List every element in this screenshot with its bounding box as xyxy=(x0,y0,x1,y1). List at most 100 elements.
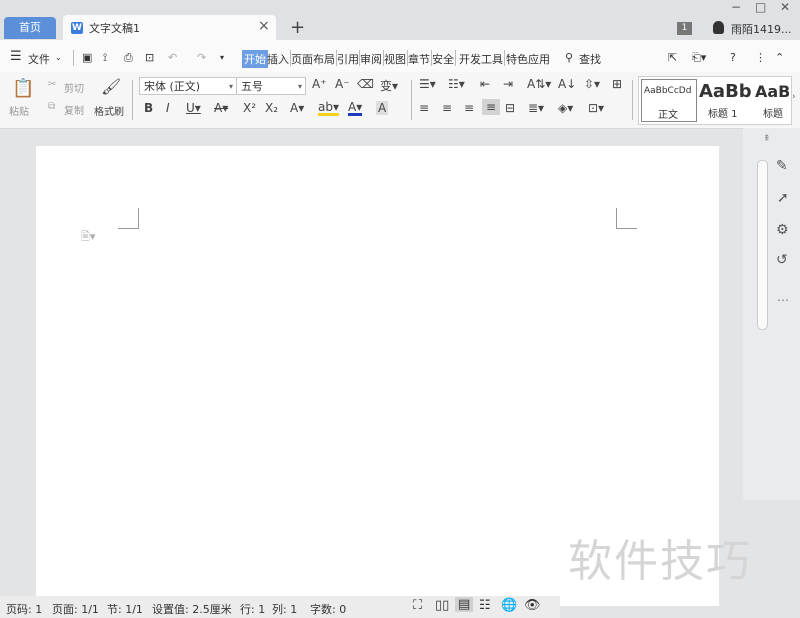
find-button[interactable]: 查找 xyxy=(579,51,601,67)
vertical-scrollbar[interactable] xyxy=(757,160,768,330)
status-col[interactable]: 列: 1 xyxy=(272,601,297,617)
font-size-select[interactable]: 五号 ▾ xyxy=(236,77,306,95)
print-preview-icon[interactable]: ⊡ xyxy=(145,51,154,64)
share-icon[interactable]: ⇱ xyxy=(668,51,677,64)
page-view-icon[interactable]: ▤ xyxy=(455,597,474,612)
hamburger-icon[interactable]: ☰ xyxy=(10,49,22,64)
bullet-list-icon[interactable]: ☰▾ xyxy=(419,77,436,91)
menu-tab-section[interactable]: 章节 xyxy=(408,51,430,67)
text-effect-icon[interactable]: A▾ xyxy=(290,101,304,115)
paragraph-mark-icon[interactable]: 🗎▾ xyxy=(81,228,95,247)
menu-tab-insert[interactable]: 插入 xyxy=(267,51,289,67)
close-window-button[interactable]: ✕ xyxy=(780,0,790,14)
table-icon[interactable]: ⊞ xyxy=(612,77,622,91)
customize-toolbar-icon[interactable]: ▾ xyxy=(220,53,224,62)
tab-document[interactable]: W 文字文稿1 × xyxy=(63,15,276,40)
status-word-count[interactable]: 字数: 0 xyxy=(310,601,346,617)
phonetic-guide-icon[interactable]: 变▾ xyxy=(380,77,398,94)
close-tab-icon[interactable]: × xyxy=(258,18,270,34)
scissors-icon[interactable]: ✂ xyxy=(48,79,56,90)
pen-icon[interactable]: ✎ xyxy=(776,158,788,174)
menu-tab-review[interactable]: 审阅 xyxy=(360,51,382,67)
web-view-icon[interactable]: 🌐 xyxy=(501,598,517,613)
char-shading-icon[interactable]: A xyxy=(376,101,389,115)
menu-tab-security[interactable]: 安全 xyxy=(432,51,454,67)
justify-icon[interactable]: ≡ xyxy=(482,99,501,115)
align-left-icon[interactable]: ≡ xyxy=(419,101,429,115)
user-name[interactable]: 雨陌1419... xyxy=(731,21,791,37)
print-icon[interactable]: ⎙ xyxy=(124,51,133,65)
sort-icon[interactable]: A↓ xyxy=(558,77,576,91)
status-row[interactable]: 行: 1 xyxy=(240,601,265,617)
undo-icon[interactable]: ↶ xyxy=(168,51,177,64)
increase-font-icon[interactable]: A⁺ xyxy=(312,77,327,91)
paste-icon[interactable]: 📋 xyxy=(12,78,34,99)
menu-tab-references[interactable]: 引用 xyxy=(337,51,359,67)
collapse-ribbon-icon[interactable]: ⌃ xyxy=(775,51,784,64)
style-normal[interactable]: AaBbCcDd 正文 xyxy=(641,79,697,122)
align-center-icon[interactable]: ≡ xyxy=(442,101,452,115)
scroll-top-icon[interactable]: ⇞ xyxy=(763,134,771,144)
more-icon[interactable]: ⋮ xyxy=(755,51,766,64)
redo-icon[interactable]: ↷ xyxy=(197,51,206,64)
reading-mode-icon[interactable]: ▯▯ xyxy=(435,598,449,613)
strikethrough-icon[interactable]: A▾ xyxy=(214,101,228,115)
menu-tab-developer[interactable]: 开发工具 xyxy=(459,51,503,67)
distributed-icon[interactable]: ⊟ xyxy=(505,101,515,115)
style-heading-1[interactable]: AaBb 标题 1 xyxy=(697,79,752,120)
search-icon[interactable]: ⚲ xyxy=(565,51,573,64)
format-painter-button[interactable]: 格式刷 xyxy=(94,103,124,118)
maximize-button[interactable]: □ xyxy=(755,0,766,14)
menu-tab-start[interactable]: 开始 xyxy=(242,50,268,68)
status-setting[interactable]: 设置值: 2.5厘米 xyxy=(152,601,232,617)
status-section[interactable]: 节: 1/1 xyxy=(107,601,143,617)
menu-tab-view[interactable]: 视图 xyxy=(384,51,406,67)
history-icon[interactable]: ↺ xyxy=(776,252,788,268)
tab-home[interactable]: 首页 xyxy=(4,17,56,39)
copy-icon[interactable]: ⧉ xyxy=(48,101,55,112)
export-pdf-icon[interactable]: ⟟ xyxy=(103,51,107,65)
underline-icon[interactable]: U▾ xyxy=(186,101,201,115)
italic-icon[interactable]: I xyxy=(166,101,170,115)
numbered-list-icon[interactable]: ☷▾ xyxy=(448,77,465,91)
status-page-number[interactable]: 页码: 1 xyxy=(6,601,42,617)
paste-button[interactable]: 粘贴 xyxy=(9,103,29,118)
shading-icon[interactable]: ◈▾ xyxy=(558,101,573,115)
menu-file[interactable]: 文件 xyxy=(28,51,50,67)
font-name-select[interactable]: 宋体 (正文) ▾ xyxy=(139,77,237,95)
minimize-button[interactable]: − xyxy=(731,0,741,14)
new-tab-button[interactable]: + xyxy=(290,17,305,38)
outline-view-icon[interactable]: ☷ xyxy=(479,598,491,613)
settings-sliders-icon[interactable]: ⚙ xyxy=(776,222,789,238)
clear-format-icon[interactable]: ⌫ xyxy=(357,77,374,91)
superscript-icon[interactable]: X² xyxy=(243,101,256,115)
highlight-icon[interactable]: ab▾ xyxy=(318,101,339,116)
style-heading-2[interactable]: AaB 标题 xyxy=(753,79,789,120)
fullscreen-icon[interactable]: ⛶ xyxy=(413,598,422,613)
help-icon[interactable]: ? xyxy=(730,51,736,64)
menu-tab-page-layout[interactable]: 页面布局 xyxy=(291,51,335,67)
decrease-font-icon[interactable]: A⁻ xyxy=(335,77,350,91)
align-right-icon[interactable]: ≡ xyxy=(464,101,474,115)
borders-icon[interactable]: ⊡▾ xyxy=(588,101,604,115)
window-count-badge[interactable]: 1 xyxy=(677,22,692,35)
cursor-icon[interactable]: ➚ xyxy=(777,190,789,206)
status-pages[interactable]: 页面: 1/1 xyxy=(52,601,99,617)
save-icon[interactable]: ▣ xyxy=(82,51,92,64)
subscript-icon[interactable]: X₂ xyxy=(265,101,278,115)
eye-protection-icon[interactable]: 👁 xyxy=(524,598,541,613)
format-painter-icon[interactable]: 🖌 xyxy=(101,77,121,96)
avatar[interactable] xyxy=(713,21,724,34)
more-tools-icon[interactable]: ⋯ xyxy=(777,293,789,307)
font-color-icon[interactable]: A▾ xyxy=(348,101,363,116)
bold-icon[interactable]: B xyxy=(144,101,153,115)
gallery-scroll-icon[interactable]: › xyxy=(792,92,796,102)
copy-button[interactable]: 复制 xyxy=(64,102,84,117)
decrease-indent-icon[interactable]: ⇤ xyxy=(480,77,490,91)
menu-tab-special[interactable]: 特色应用 xyxy=(506,51,550,67)
increase-indent-icon[interactable]: ⇥ xyxy=(503,77,513,91)
sync-icon[interactable]: ⎗▾ xyxy=(692,51,706,65)
paragraph-spacing-icon[interactable]: ≣▾ xyxy=(528,101,544,115)
line-spacing-icon[interactable]: ⇳▾ xyxy=(584,77,600,91)
chevron-down-icon[interactable]: ⌄ xyxy=(55,53,62,62)
